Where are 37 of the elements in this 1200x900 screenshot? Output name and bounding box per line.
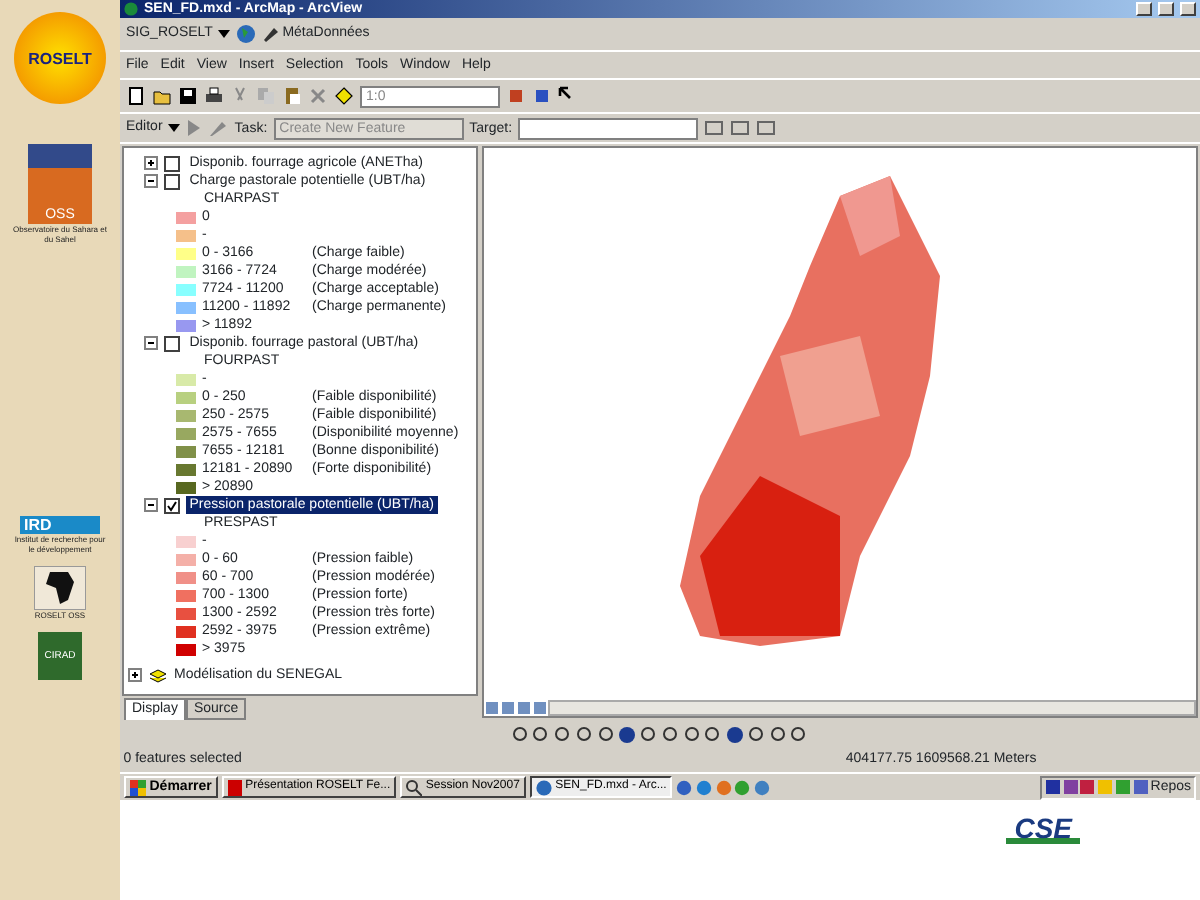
africa-map-icon xyxy=(34,566,86,610)
caret-icon[interactable] xyxy=(168,124,181,132)
cse-logo: CSE xyxy=(1006,820,1080,844)
minimize-button[interactable] xyxy=(1136,2,1152,16)
new-file-icon[interactable] xyxy=(126,86,146,106)
close-button[interactable] xyxy=(1180,2,1196,16)
roselt-logo: ROSELT xyxy=(14,12,106,104)
collapse-icon[interactable] xyxy=(144,174,158,188)
sketch-icon[interactable] xyxy=(704,118,725,138)
save-icon[interactable] xyxy=(178,86,198,106)
open-folder-icon[interactable] xyxy=(152,86,172,106)
magnifier-icon xyxy=(405,779,422,795)
maximize-button[interactable] xyxy=(1158,2,1174,16)
target-dropdown[interactable] xyxy=(518,117,699,139)
pencil-icon xyxy=(262,26,279,42)
printer-icon[interactable] xyxy=(204,86,224,106)
layers-icon xyxy=(148,667,168,683)
checked-checkbox-icon[interactable] xyxy=(164,497,180,513)
expand-icon[interactable] xyxy=(144,156,158,170)
globe-icon[interactable] xyxy=(618,726,637,744)
globe-icon xyxy=(124,2,138,16)
checkbox-icon[interactable] xyxy=(164,173,180,189)
checkbox-icon[interactable] xyxy=(164,335,180,351)
add-data-icon[interactable] xyxy=(334,86,354,106)
windows-icon xyxy=(129,779,146,795)
document-icon xyxy=(227,779,242,795)
ird-logo: IRD xyxy=(20,516,100,534)
collapse-icon[interactable] xyxy=(144,336,158,350)
globe-icon xyxy=(535,779,552,795)
sketch-properties-icon[interactable] xyxy=(756,118,777,138)
expand-icon[interactable] xyxy=(128,668,142,682)
paste-icon[interactable] xyxy=(282,86,302,106)
globe-icon[interactable] xyxy=(236,24,257,44)
attributes-icon[interactable] xyxy=(730,118,751,138)
checkbox-icon[interactable] xyxy=(164,155,180,171)
caret-icon[interactable] xyxy=(218,30,231,38)
collapse-icon[interactable] xyxy=(144,498,158,512)
